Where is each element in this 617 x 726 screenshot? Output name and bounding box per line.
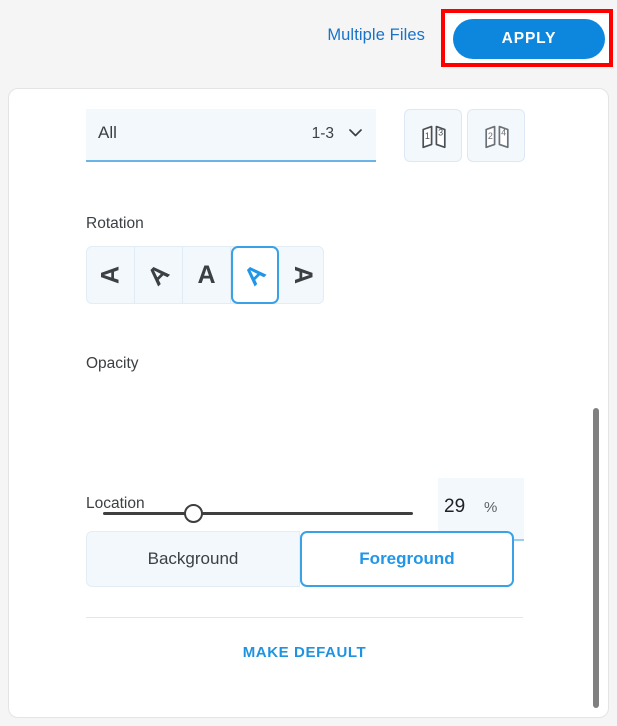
svg-text:2: 2 (488, 131, 493, 141)
location-option-background[interactable]: Background (86, 531, 300, 587)
svg-text:1: 1 (425, 131, 430, 141)
location-option-foreground[interactable]: Foreground (300, 531, 514, 587)
odd-pages-button[interactable]: 1 3 (404, 109, 462, 162)
location-button-group: Background Foreground (86, 531, 514, 587)
multiple-files-link[interactable]: Multiple Files (327, 26, 425, 45)
opacity-unit-label: % (484, 499, 498, 516)
svg-text:4: 4 (501, 128, 506, 138)
opacity-label: Opacity (86, 355, 139, 372)
apply-button-highlight-box: APPLY (441, 9, 613, 67)
even-pages-button[interactable]: 2 4 (467, 109, 525, 162)
watermark-settings-panel: All 1-3 1 3 2 4 Rotation A A A A A Opaci… (8, 88, 609, 718)
page-range-value: 1-3 (311, 125, 334, 142)
panel-scrollbar-thumb[interactable] (593, 408, 599, 708)
rotation-option-plus-45[interactable]: A (231, 246, 279, 304)
opacity-slider-track[interactable] (103, 512, 413, 515)
opacity-value-text: 29 (444, 496, 466, 517)
svg-text:3: 3 (438, 128, 443, 138)
make-default-button[interactable]: MAKE DEFAULT (86, 644, 523, 661)
page-range-dropdown-label: All (98, 123, 117, 142)
page-selection-row: All 1-3 1 3 2 4 (86, 109, 526, 171)
apply-button[interactable]: APPLY (453, 19, 605, 59)
odd-pages-icon: 1 3 (422, 125, 446, 149)
page-range-dropdown[interactable]: All 1-3 (86, 109, 376, 162)
rotation-label: Rotation (86, 215, 144, 232)
location-label: Location (86, 495, 145, 512)
opacity-slider[interactable] (103, 499, 413, 527)
panel-divider (86, 617, 523, 618)
top-action-bar: Multiple Files APPLY (0, 0, 617, 80)
even-pages-icon: 2 4 (485, 125, 509, 149)
rotation-button-group: A A A A A (86, 246, 324, 304)
opacity-slider-thumb[interactable] (183, 504, 203, 523)
chevron-down-icon (349, 129, 362, 137)
rotation-option-minus-45[interactable]: A (135, 247, 183, 303)
